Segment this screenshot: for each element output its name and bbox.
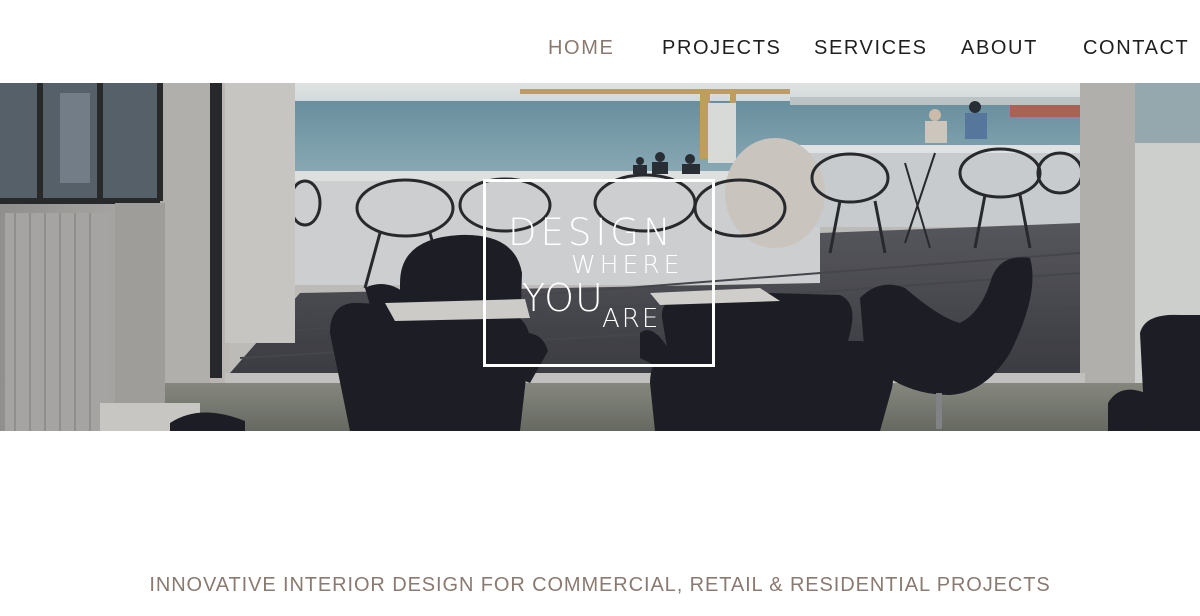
nav-projects[interactable]: PROJECTS [662, 36, 781, 60]
logo-word-design: DESIGN [508, 211, 675, 254]
nav-services[interactable]: SERVICES [814, 36, 928, 60]
logo-word-are: ARE [602, 304, 661, 334]
site-header: HOME PROJECTS SERVICES ABOUT CONTACT [0, 0, 1200, 83]
nav-about[interactable]: ABOUT [961, 36, 1038, 60]
nav-home[interactable]: HOME [548, 36, 614, 60]
nav-contact[interactable]: CONTACT [1083, 36, 1189, 60]
logo-word-you: YOU [522, 276, 604, 320]
logo-word-where: WHERE [571, 250, 684, 279]
hero-banner: DESIGN WHERE YOU ARE [0, 83, 1200, 431]
hero-logo: DESIGN WHERE YOU ARE [0, 83, 1200, 431]
tagline: INNOVATIVE INTERIOR DESIGN FOR COMMERCIA… [149, 574, 1051, 596]
